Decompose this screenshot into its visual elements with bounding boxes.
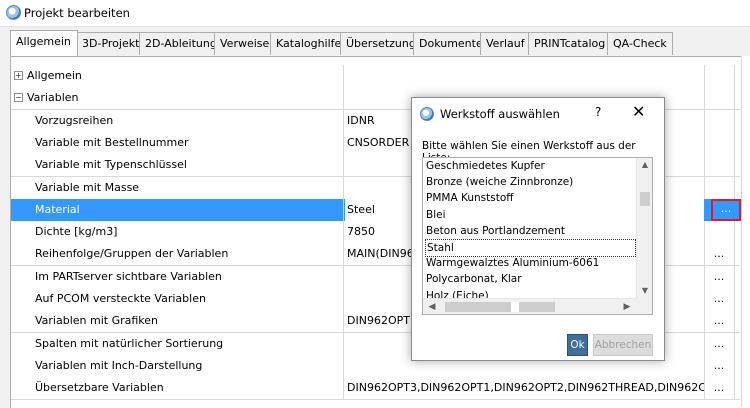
row-name-cell: Im PARTserver sichtbare Variablen [11,265,344,288]
row-name-cell: Reihenfolge/Gruppen der Variablen [11,243,344,266]
close-icon[interactable]: ✕ [632,102,645,121]
list-item[interactable]: Beton aus Portlandzement [426,223,565,239]
row-button-cell [704,131,735,154]
row-name-cell: Dichte [kg/m3] [11,221,344,244]
tab-6[interactable]: Dokumente [413,32,483,55]
material-dialog: Werkstoff auswählen ? ✕ Bitte wählen Sie… [411,97,665,361]
row-name: Variablen mit Inch-Darstellung [35,358,203,372]
list-item[interactable]: Polycarbonat, Klar [426,271,522,287]
row-name: Variable mit Typenschlüssel [35,158,187,172]
row-button-cell: ... [704,354,735,377]
vertical-scrollbar[interactable]: ▲ ▼ [636,158,652,298]
row-name-cell: Spalten mit natürlicher Sortierung [11,332,344,355]
ellipsis-button[interactable]: ... [709,359,729,376]
row-name: Dichte [kg/m3] [35,225,118,239]
row-button-cell: ... [704,332,735,355]
ellipsis-button[interactable]: ... [709,270,729,287]
title-bar: Projekt bearbeiten [0,0,750,27]
row-button-cell [704,109,735,132]
ok-button[interactable]: Ok [567,334,588,356]
ellipsis-button[interactable]: ... [709,337,729,354]
row-button-cell [704,154,735,177]
window-title: Projekt bearbeiten [24,6,130,20]
material-list[interactable]: Verzinkter StahlHolz (Eiche)Polycarbonat… [422,157,653,315]
scroll-corner [636,298,652,314]
app-icon [420,107,434,121]
row-name-cell: Auf PCOM versteckte Variablen [11,288,344,310]
tab-5[interactable]: Übersetzung [340,32,416,55]
row-button-cell: ... [704,288,735,310]
list-item[interactable]: Geschmiedetes Kupfer [426,158,545,174]
row-button-cell [704,65,735,87]
row-button-cell: ... [704,310,735,333]
list-item[interactable]: Blei [426,207,446,223]
row-name: Vorzugsreihen [35,113,114,127]
scroll-left-icon[interactable]: ◀ [425,299,439,314]
tab-2[interactable]: 2D-Ableitung [139,32,217,55]
row-value[interactable]: DIN962OPT3,DIN962OPT1,DIN962OPT2,DIN962T… [345,377,705,400]
list-item[interactable]: Warmgewalztes Aluminium-6061 [426,255,599,271]
ellipsis-button[interactable]: ... [709,248,729,264]
scroll-thumb-grip [511,302,519,312]
dialog-title: Werkstoff auswählen [440,107,560,121]
tab-3[interactable]: Verweise [214,32,272,55]
list-item[interactable]: Bronze (weiche Zinnbronze) [426,174,573,190]
row-value[interactable] [345,65,705,87]
row-button-cell [704,221,735,244]
material-browse-button[interactable]: ... [711,199,741,221]
row-name-cell: Variable mit Masse [11,176,344,199]
row-name-cell: − Variablen [11,87,344,110]
row-name-cell: + Allgemein [11,65,344,87]
grid-row[interactable]: + Allgemein [11,65,740,88]
dialog-title-bar: Werkstoff auswählen ? ✕ [412,98,664,128]
tab-1[interactable]: 3D-Projekt [76,32,141,55]
row-button-cell: ... [704,243,735,266]
scroll-up-icon[interactable]: ▲ [637,158,652,172]
tab-0[interactable]: Allgemein [10,30,78,56]
ellipsis-button[interactable]: ... [709,315,729,331]
expand-icon[interactable]: + [14,71,23,80]
vertical-scroll-thumb[interactable] [640,192,650,206]
grid-right-edge [741,56,750,407]
row-button-cell: ... [704,377,735,400]
row-name-cell: Variablen mit Inch-Darstellung [11,354,344,377]
row-name: Variable mit Bestellnummer [35,135,189,149]
ellipsis-button[interactable]: ... [709,382,729,398]
tab-4[interactable]: Kataloghilfe [270,32,342,55]
tab-8[interactable]: PRINTcatalog [528,32,609,55]
row-name: Variablen mit Grafiken [35,314,159,328]
list-item[interactable]: PMMA Kunststoff [426,190,513,206]
collapse-icon[interactable]: − [14,93,23,103]
row-name: Spalten mit natürlicher Sortierung [35,336,224,350]
horizontal-scrollbar[interactable]: ◀ ▶ [423,298,636,314]
help-icon[interactable]: ? [595,105,601,119]
grid-row[interactable]: Übersetzbare Variablen DIN962OPT3,DIN962O… [11,377,740,401]
row-button-cell: ... [704,265,735,288]
row-name-cell: Variablen mit Grafiken [11,310,344,333]
horizontal-scroll-thumb[interactable] [445,302,555,312]
row-name: Reihenfolge/Gruppen der Variablen [35,247,229,261]
row-name-cell: Material [11,198,344,221]
row-name: Variable mit Masse [35,180,140,194]
ellipsis-button[interactable]: ... [709,293,729,309]
row-name-cell: Variable mit Typenschlüssel [11,154,344,177]
tab-7[interactable]: Verlauf [480,32,530,55]
row-button-cell [704,176,735,199]
row-name: Übersetzbare Variablen [35,381,164,395]
row-name: Auf PCOM versteckte Variablen [35,292,206,305]
row-name: Im PARTserver sichtbare Variablen [35,269,222,283]
app-icon [6,5,21,20]
scroll-down-icon[interactable]: ▼ [637,284,652,298]
row-name-cell: Übersetzbare Variablen [11,377,344,400]
row-name: Material [35,202,80,216]
row-name-cell: Variable mit Bestellnummer [11,131,344,154]
cancel-button[interactable]: Abbrechen [593,334,653,356]
row-name-cell: Vorzugsreihen [11,109,344,132]
list-item[interactable]: Stahl [425,239,636,257]
project-edit-window: Projekt bearbeiten Allgemein 3D-Projekt 2D… [0,0,750,408]
tab-9[interactable]: QA-Check [607,32,673,55]
row-button-cell [704,87,735,110]
scroll-right-icon[interactable]: ▶ [620,299,634,314]
